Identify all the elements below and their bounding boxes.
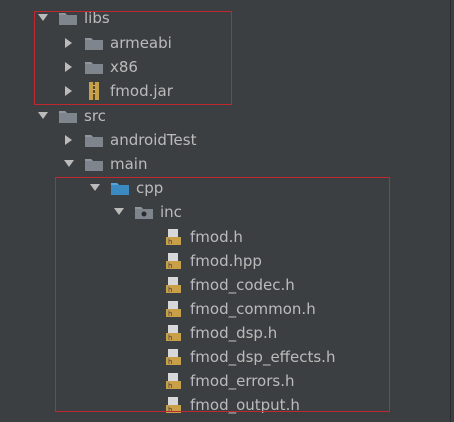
tree-item-file[interactable]: h fmod_dsp_effects.h (164, 345, 454, 369)
chevron-right-icon[interactable] (64, 135, 74, 145)
tree-item-label: fmod.hpp (190, 252, 262, 270)
header-file-icon: h (164, 253, 184, 270)
tree-item-label: main (110, 155, 148, 173)
svg-text:h: h (168, 358, 172, 366)
tree-item-label: inc (160, 203, 182, 221)
tree-item-partial (140, 414, 220, 422)
tree-item-file[interactable]: h fmod_errors.h (164, 369, 454, 393)
project-tree-panel: libs armeabi x86 fmod.jar src androidTes… (0, 0, 454, 422)
svg-text:h: h (168, 262, 172, 270)
chevron-down-icon[interactable] (38, 111, 48, 121)
source-folder-icon (110, 180, 130, 197)
tree-item-label: fmod_dsp.h (190, 324, 278, 342)
tree-item-libs[interactable]: libs (38, 6, 454, 30)
tree-item-label: libs (84, 9, 110, 27)
tree-item-file[interactable]: h fmod_codec.h (164, 273, 454, 297)
folder-icon (84, 156, 104, 173)
chevron-right-icon[interactable] (64, 62, 74, 72)
svg-text:h: h (168, 286, 172, 294)
tree-item-file[interactable]: h fmod_common.h (164, 297, 454, 321)
header-file-icon: h (164, 397, 184, 414)
header-file-icon: h (164, 373, 184, 390)
tree-item-x86[interactable]: x86 (64, 55, 454, 79)
folder-icon (84, 132, 104, 149)
tree-item-inc[interactable]: inc (114, 200, 454, 224)
tree-item-file[interactable]: h fmod.hpp (164, 249, 454, 273)
jar-icon (84, 82, 104, 100)
tree-item-file[interactable]: h fmod_dsp.h (164, 321, 454, 345)
tree-item-label: fmod.h (190, 228, 243, 246)
scrollbar-divider (450, 0, 451, 422)
folder-icon (84, 59, 104, 76)
tree-item-armeabi[interactable]: armeabi (64, 31, 454, 55)
tree-item-label: fmod_errors.h (190, 372, 295, 390)
tree-item-label: armeabi (110, 34, 172, 52)
folder-icon (84, 35, 104, 52)
folder-icon (58, 10, 78, 27)
chevron-down-icon[interactable] (64, 159, 74, 169)
header-file-icon: h (164, 301, 184, 318)
tree-item-fmod-jar[interactable]: fmod.jar (64, 79, 454, 103)
package-folder-icon (134, 204, 154, 221)
tree-item-label: fmod_codec.h (190, 276, 295, 294)
tree-item-label: src (84, 107, 106, 125)
tree-item-label: androidTest (110, 131, 197, 149)
tree-item-main[interactable]: main (64, 152, 454, 176)
tree-item-label: fmod.jar (110, 82, 173, 100)
svg-text:h: h (168, 238, 172, 246)
header-file-icon: h (164, 325, 184, 342)
tree-item-label: fmod_dsp_effects.h (190, 348, 336, 366)
svg-text:h: h (168, 406, 172, 414)
tree-item-file[interactable]: h fmod.h (164, 225, 454, 249)
tree-item-label: x86 (110, 58, 138, 76)
tree-item-androidtest[interactable]: androidTest (64, 128, 454, 152)
header-file-icon: h (164, 229, 184, 246)
chevron-down-icon[interactable] (114, 207, 124, 217)
chevron-right-icon[interactable] (64, 86, 74, 96)
header-file-icon: h (164, 349, 184, 366)
tree-item-src[interactable]: src (38, 104, 454, 128)
chevron-right-icon[interactable] (64, 38, 74, 48)
tree-item-cpp[interactable]: cpp (90, 176, 454, 200)
chevron-down-icon[interactable] (90, 183, 100, 193)
tree-item-label: fmod_common.h (190, 300, 316, 318)
chevron-down-icon[interactable] (38, 13, 48, 23)
tree-item-label: cpp (136, 179, 164, 197)
svg-text:h: h (168, 382, 172, 390)
svg-text:h: h (168, 310, 172, 318)
svg-text:h: h (168, 334, 172, 342)
folder-icon (58, 108, 78, 125)
header-file-icon: h (164, 277, 184, 294)
